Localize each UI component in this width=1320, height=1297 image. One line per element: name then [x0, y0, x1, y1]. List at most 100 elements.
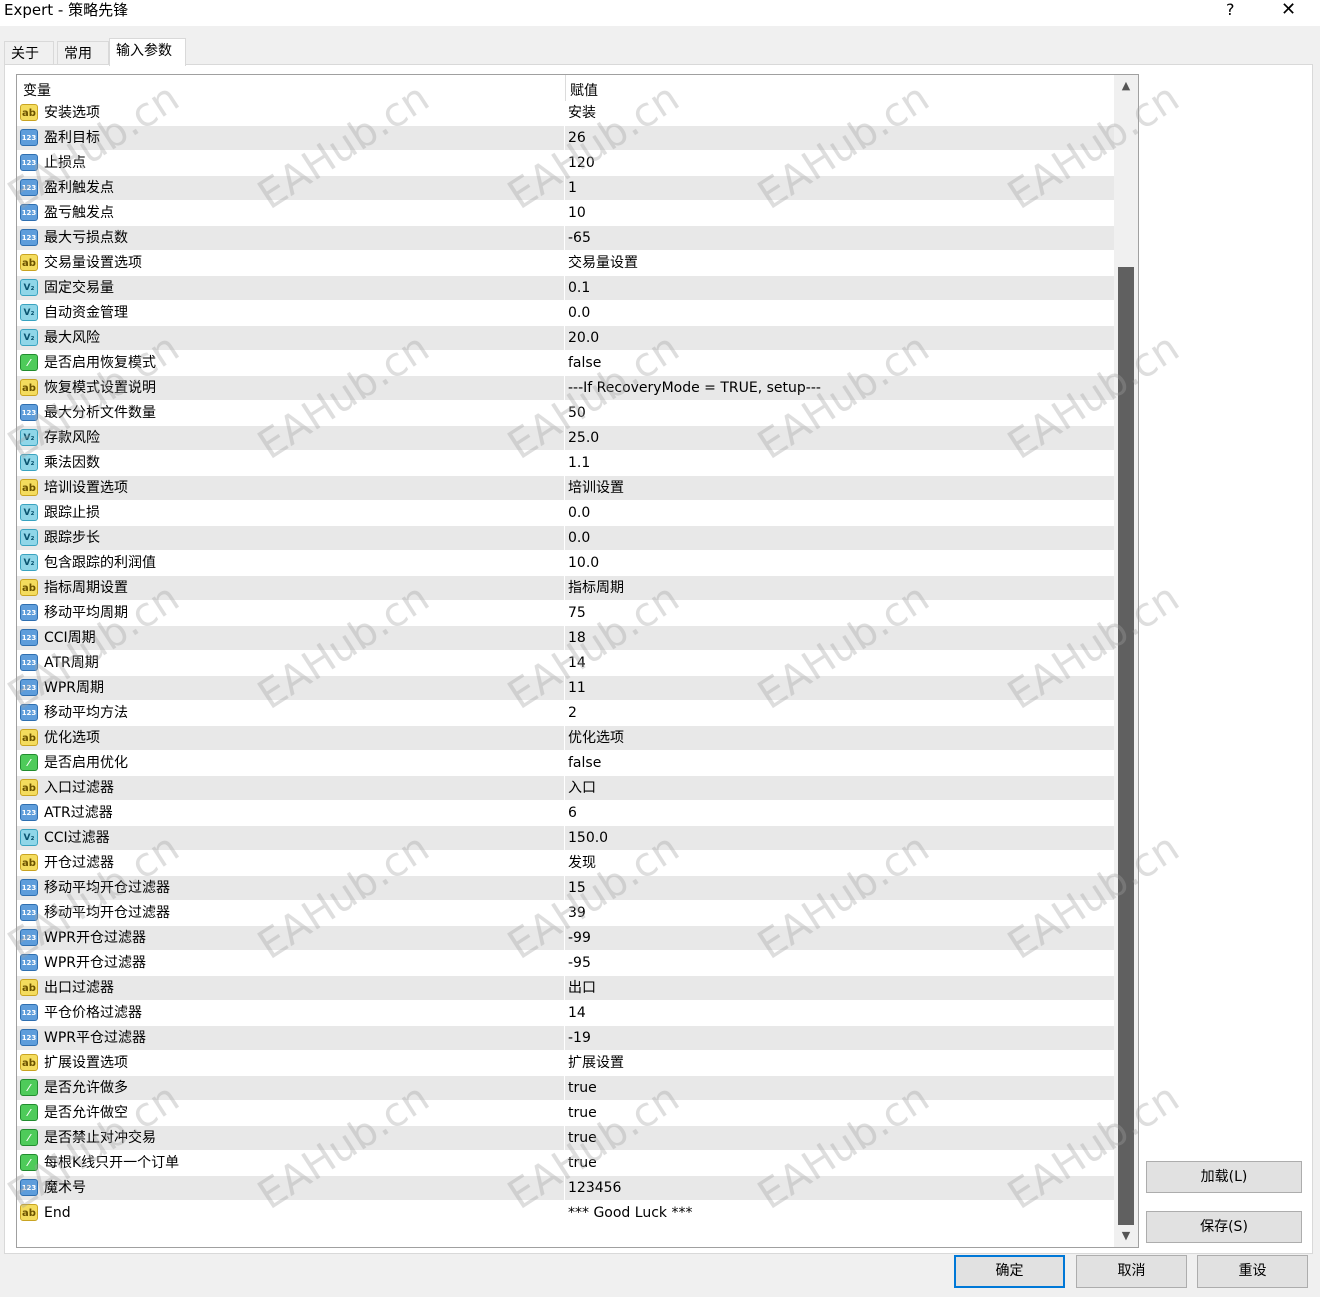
variable-value[interactable]: 14 — [568, 654, 586, 673]
variable-value[interactable]: 0.0 — [568, 529, 590, 548]
table-row[interactable]: V₂ 跟踪步长 0.0 — [17, 526, 1114, 551]
header-divider[interactable] — [565, 75, 566, 101]
table-row[interactable]: 123 平仓价格过滤器 14 — [17, 1001, 1114, 1026]
variable-value[interactable]: 培训设置 — [568, 479, 624, 498]
variable-value[interactable]: 75 — [568, 604, 586, 623]
variable-value[interactable]: -65 — [568, 229, 591, 248]
table-row[interactable]: ab 扩展设置选项 扩展设置 — [17, 1051, 1114, 1076]
table-row[interactable]: 123 CCI周期 18 — [17, 626, 1114, 651]
table-row[interactable]: ab End *** Good Luck *** — [17, 1201, 1114, 1226]
table-row[interactable]: ⁄ 是否禁止对冲交易 true — [17, 1126, 1114, 1151]
variable-value[interactable]: 50 — [568, 404, 586, 423]
variable-value[interactable]: 39 — [568, 904, 586, 923]
table-row[interactable]: ab 交易量设置选项 交易量设置 — [17, 251, 1114, 276]
load-button[interactable]: 加载(L) — [1146, 1161, 1302, 1193]
table-row[interactable]: ab 优化选项 优化选项 — [17, 726, 1114, 751]
tab-common[interactable]: 常用 — [57, 41, 109, 65]
table-row[interactable]: ab 培训设置选项 培训设置 — [17, 476, 1114, 501]
table-row[interactable]: 123 WPR开仓过滤器 -95 — [17, 951, 1114, 976]
variable-value[interactable]: 10.0 — [568, 554, 599, 573]
ok-button[interactable]: 确定 — [954, 1255, 1065, 1288]
variable-value[interactable]: true — [568, 1104, 597, 1123]
variable-value[interactable]: false — [568, 354, 601, 373]
variable-value[interactable]: true — [568, 1154, 597, 1173]
table-row[interactable]: 123 ATR周期 14 — [17, 651, 1114, 676]
table-row[interactable]: 123 最大亏损点数 -65 — [17, 226, 1114, 251]
table-row[interactable]: ab 入口过滤器 入口 — [17, 776, 1114, 801]
header-value[interactable]: 赋值 — [570, 80, 598, 100]
table-row[interactable]: ab 指标周期设置 指标周期 — [17, 576, 1114, 601]
variable-value[interactable]: 1.1 — [568, 454, 590, 473]
table-row[interactable]: ab 出口过滤器 出口 — [17, 976, 1114, 1001]
variable-value[interactable]: 0.0 — [568, 304, 590, 323]
variable-value[interactable]: -95 — [568, 954, 591, 973]
variable-value[interactable]: 10 — [568, 204, 586, 223]
variable-value[interactable]: 26 — [568, 129, 586, 148]
variable-value[interactable]: 25.0 — [568, 429, 599, 448]
variable-value[interactable]: 发现 — [568, 854, 596, 873]
table-row[interactable]: V₂ 存款风险 25.0 — [17, 426, 1114, 451]
variable-value[interactable]: 123456 — [568, 1179, 621, 1198]
table-row[interactable]: 123 移动平均开仓过滤器 39 — [17, 901, 1114, 926]
table-row[interactable]: V₂ 包含跟踪的利润值 10.0 — [17, 551, 1114, 576]
table-row[interactable]: 123 止损点 120 — [17, 151, 1114, 176]
table-row[interactable]: V₂ 最大风险 20.0 — [17, 326, 1114, 351]
variable-value[interactable]: true — [568, 1079, 597, 1098]
table-row[interactable]: 123 盈利目标 26 — [17, 126, 1114, 151]
table-row[interactable]: V₂ CCI过滤器 150.0 — [17, 826, 1114, 851]
variable-value[interactable]: 扩展设置 — [568, 1054, 624, 1073]
table-row[interactable]: ⁄ 是否启用优化 false — [17, 751, 1114, 776]
vertical-scrollbar[interactable]: ▲ ▼ — [1114, 75, 1138, 1247]
help-icon[interactable]: ? — [1226, 0, 1235, 20]
table-row[interactable]: V₂ 固定交易量 0.1 — [17, 276, 1114, 301]
variable-value[interactable]: false — [568, 754, 601, 773]
table-row[interactable]: 123 移动平均开仓过滤器 15 — [17, 876, 1114, 901]
variable-value[interactable]: ---If RecoveryMode = TRUE, setup--- — [568, 379, 821, 398]
header-variable[interactable]: 变量 — [23, 80, 51, 100]
tab-about[interactable]: 关于 — [4, 41, 54, 65]
table-row[interactable]: ⁄ 是否允许做多 true — [17, 1076, 1114, 1101]
variable-value[interactable]: 15 — [568, 879, 586, 898]
table-row[interactable]: V₂ 乘法因数 1.1 — [17, 451, 1114, 476]
table-row[interactable]: 123 盈利触发点 1 — [17, 176, 1114, 201]
table-row[interactable]: 123 最大分析文件数量 50 — [17, 401, 1114, 426]
variable-value[interactable]: 指标周期 — [568, 579, 624, 598]
table-row[interactable]: 123 盈亏触发点 10 — [17, 201, 1114, 226]
variable-value[interactable]: 150.0 — [568, 829, 608, 848]
variable-value[interactable]: 14 — [568, 1004, 586, 1023]
table-row[interactable]: ab 安装选项 安装 — [17, 101, 1114, 126]
table-row[interactable]: 123 魔术号 123456 — [17, 1176, 1114, 1201]
variable-value[interactable]: 0.0 — [568, 504, 590, 523]
cancel-button[interactable]: 取消 — [1076, 1255, 1187, 1288]
table-row[interactable]: 123 WPR平仓过滤器 -19 — [17, 1026, 1114, 1051]
variable-value[interactable]: true — [568, 1129, 597, 1148]
table-row[interactable]: 123 WPR周期 11 — [17, 676, 1114, 701]
variable-value[interactable]: 交易量设置 — [568, 254, 638, 273]
variable-value[interactable]: 11 — [568, 679, 586, 698]
table-row[interactable]: 123 WPR开仓过滤器 -99 — [17, 926, 1114, 951]
scroll-down-icon[interactable]: ▼ — [1114, 1225, 1138, 1247]
scroll-up-icon[interactable]: ▲ — [1114, 75, 1138, 97]
variable-value[interactable]: 优化选项 — [568, 729, 624, 748]
save-button[interactable]: 保存(S) — [1146, 1211, 1302, 1243]
variable-value[interactable]: -19 — [568, 1029, 591, 1048]
variable-value[interactable]: 入口 — [568, 779, 596, 798]
variable-value[interactable]: 出口 — [568, 979, 596, 998]
table-row[interactable]: 123 移动平均方法 2 — [17, 701, 1114, 726]
table-row[interactable]: V₂ 跟踪止损 0.0 — [17, 501, 1114, 526]
table-row[interactable]: ⁄ 是否启用恢复模式 false — [17, 351, 1114, 376]
variable-value[interactable]: 安装 — [568, 104, 596, 123]
table-row[interactable]: V₂ 自动资金管理 0.0 — [17, 301, 1114, 326]
variable-value[interactable]: 6 — [568, 804, 577, 823]
variable-value[interactable]: 1 — [568, 179, 577, 198]
variable-value[interactable]: 120 — [568, 154, 595, 173]
scroll-thumb[interactable] — [1118, 267, 1134, 1225]
table-row[interactable]: 123 移动平均周期 75 — [17, 601, 1114, 626]
tab-inputs[interactable]: 输入参数 — [109, 38, 186, 66]
reset-button[interactable]: 重设 — [1197, 1255, 1308, 1288]
close-icon[interactable]: ✕ — [1281, 0, 1296, 20]
table-row[interactable]: ab 恢复模式设置说明 ---If RecoveryMode = TRUE, set… — [17, 376, 1114, 401]
table-row[interactable]: ⁄ 每根K线只开一个订单 true — [17, 1151, 1114, 1176]
table-row[interactable]: 123 ATR过滤器 6 — [17, 801, 1114, 826]
variable-value[interactable]: 0.1 — [568, 279, 590, 298]
